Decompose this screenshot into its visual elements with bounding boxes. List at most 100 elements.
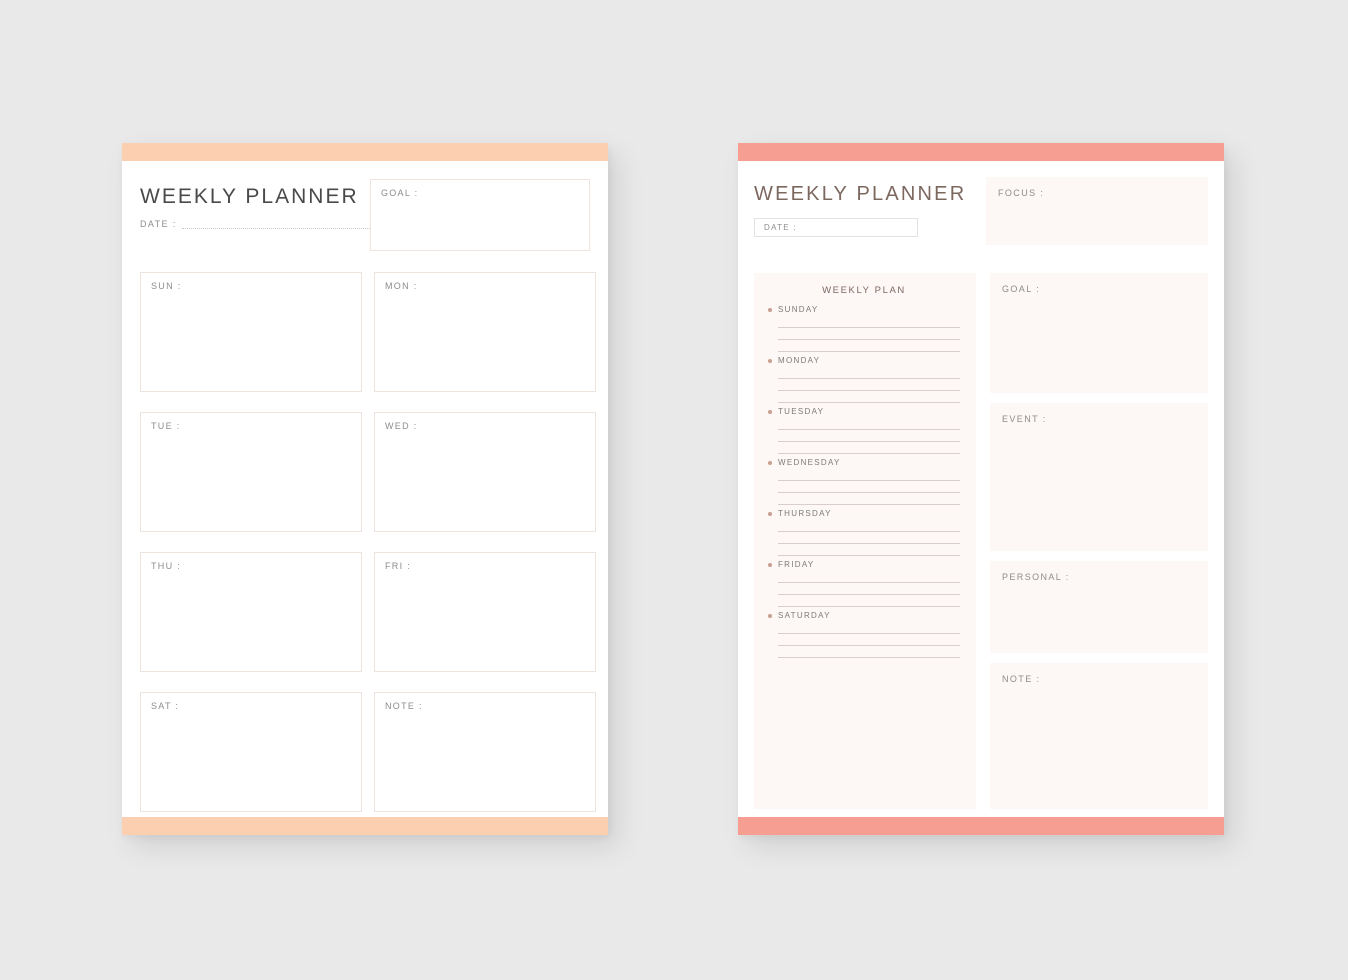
day-label-tue: TUE :	[151, 421, 181, 431]
goal-label-right: GOAL :	[1002, 284, 1041, 294]
day-name-wednesday: WEDNESDAY	[778, 458, 841, 467]
day-label-mon: MON :	[385, 281, 418, 291]
goal-label-left: GOAL :	[380, 188, 419, 198]
planner-right-title-block: WEEKLY PLANNER DATE :	[754, 177, 976, 237]
weekly-plan-day-sunday: SUNDAY	[768, 305, 960, 352]
note-cell-left[interactable]: NOTE :	[374, 692, 596, 812]
weekly-plan-day-header: TUESDAY	[768, 407, 960, 416]
write-line[interactable]	[778, 430, 960, 442]
write-line[interactable]	[778, 622, 960, 634]
write-lines-wednesday[interactable]	[768, 469, 960, 505]
day-cell-wed[interactable]: WED :	[374, 412, 596, 532]
write-line[interactable]	[778, 532, 960, 544]
planner-right-side-column: GOAL : EVENT : PERSONAL : NOTE :	[990, 273, 1208, 809]
weekly-plan-day-header: THURSDAY	[768, 509, 960, 518]
write-line[interactable]	[778, 583, 960, 595]
day-cell-tue[interactable]: TUE :	[140, 412, 362, 532]
weekly-plan-day-header: MONDAY	[768, 356, 960, 365]
event-box[interactable]: EVENT :	[990, 403, 1208, 551]
bullet-dot-icon	[768, 613, 772, 618]
note-label-left: NOTE :	[385, 701, 423, 711]
bullet-dot-icon	[768, 358, 772, 363]
date-input-right[interactable]: DATE :	[754, 218, 918, 237]
planner-left-header: WEEKLY PLANNER DATE : GOAL :	[140, 179, 590, 251]
date-label-left: DATE :	[140, 219, 177, 229]
event-label: EVENT :	[1002, 414, 1047, 424]
day-label-sat: SAT :	[151, 701, 180, 711]
page-title-left: WEEKLY PLANNER	[140, 185, 359, 208]
write-line[interactable]	[778, 316, 960, 328]
bullet-dot-icon	[768, 460, 772, 465]
day-name-friday: FRIDAY	[778, 560, 815, 569]
day-label-wed: WED :	[385, 421, 418, 431]
write-line[interactable]	[778, 493, 960, 505]
write-line[interactable]	[778, 481, 960, 493]
bullet-dot-icon	[768, 409, 772, 414]
date-field-left[interactable]: DATE :	[140, 219, 370, 229]
write-line[interactable]	[778, 391, 960, 403]
write-lines-friday[interactable]	[768, 571, 960, 607]
weekly-plan-day-friday: FRIDAY	[768, 560, 960, 607]
page-title-right: WEEKLY PLANNER	[754, 183, 967, 205]
day-cell-sun[interactable]: SUN :	[140, 272, 362, 392]
weekly-plan-day-thursday: THURSDAY	[768, 509, 960, 556]
planner-right-body: WEEKLY PLAN SUNDAY MONDAY TUESDAY WEDNES…	[754, 273, 1208, 817]
write-lines-thursday[interactable]	[768, 520, 960, 556]
write-line[interactable]	[778, 442, 960, 454]
bullet-dot-icon	[768, 307, 772, 312]
day-cell-fri[interactable]: FRI :	[374, 552, 596, 672]
day-label-thu: THU :	[151, 561, 181, 571]
day-cell-sat[interactable]: SAT :	[140, 692, 362, 812]
write-line[interactable]	[778, 379, 960, 391]
personal-label: PERSONAL :	[1002, 572, 1070, 582]
focus-label: FOCUS :	[998, 188, 1045, 198]
focus-box[interactable]: FOCUS :	[986, 177, 1208, 245]
note-label-right: NOTE :	[1002, 674, 1041, 684]
planner-right-header: WEEKLY PLANNER DATE : FOCUS :	[754, 177, 1208, 273]
weekly-plan-day-header: SUNDAY	[768, 305, 960, 314]
days-grid-left: SUN : MON : TUE : WED : THU : FRI : SAT …	[140, 272, 596, 812]
day-label-sun: SUN :	[151, 281, 182, 291]
bottom-accent-bar-right	[738, 817, 1224, 835]
write-line[interactable]	[778, 634, 960, 646]
planner-left-content: WEEKLY PLANNER DATE : GOAL : SUN : MON :…	[122, 161, 608, 817]
write-line[interactable]	[778, 595, 960, 607]
bullet-dot-icon	[768, 511, 772, 516]
write-line[interactable]	[778, 469, 960, 481]
day-name-thursday: THURSDAY	[778, 509, 832, 518]
write-lines-tuesday[interactable]	[768, 418, 960, 454]
write-line[interactable]	[778, 544, 960, 556]
write-line[interactable]	[778, 328, 960, 340]
bottom-accent-bar-left	[122, 817, 608, 835]
write-line[interactable]	[778, 520, 960, 532]
date-dotted-line[interactable]	[181, 219, 370, 229]
weekly-plan-day-monday: MONDAY	[768, 356, 960, 403]
personal-box[interactable]: PERSONAL :	[990, 561, 1208, 653]
day-cell-thu[interactable]: THU :	[140, 552, 362, 672]
bullet-dot-icon	[768, 562, 772, 567]
weekly-plan-panel: WEEKLY PLAN SUNDAY MONDAY TUESDAY WEDNES…	[754, 273, 976, 809]
weekly-plan-day-tuesday: TUESDAY	[768, 407, 960, 454]
goal-box-right[interactable]: GOAL :	[990, 273, 1208, 393]
goal-box-left[interactable]: GOAL :	[369, 179, 590, 251]
write-line[interactable]	[778, 367, 960, 379]
weekly-plan-title: WEEKLY PLAN	[822, 285, 906, 296]
top-accent-bar-left	[122, 143, 608, 161]
day-name-tuesday: TUESDAY	[778, 407, 825, 416]
write-line[interactable]	[778, 571, 960, 583]
planner-left-title-block: WEEKLY PLANNER DATE :	[140, 179, 370, 229]
weekly-plan-day-header: WEDNESDAY	[768, 458, 960, 467]
write-line[interactable]	[778, 418, 960, 430]
write-lines-sunday[interactable]	[768, 316, 960, 352]
write-line[interactable]	[778, 340, 960, 352]
day-name-monday: MONDAY	[778, 356, 821, 365]
note-box-right[interactable]: NOTE :	[990, 663, 1208, 809]
write-lines-monday[interactable]	[768, 367, 960, 403]
weekly-plan-day-wednesday: WEDNESDAY	[768, 458, 960, 505]
weekly-plan-day-saturday: SATURDAY	[768, 611, 960, 658]
write-lines-saturday[interactable]	[768, 622, 960, 658]
planner-right-content: WEEKLY PLANNER DATE : FOCUS : WEEKLY PLA…	[738, 161, 1224, 817]
weekly-planner-page-left: WEEKLY PLANNER DATE : GOAL : SUN : MON :…	[122, 143, 608, 835]
write-line[interactable]	[778, 646, 960, 658]
day-cell-mon[interactable]: MON :	[374, 272, 596, 392]
